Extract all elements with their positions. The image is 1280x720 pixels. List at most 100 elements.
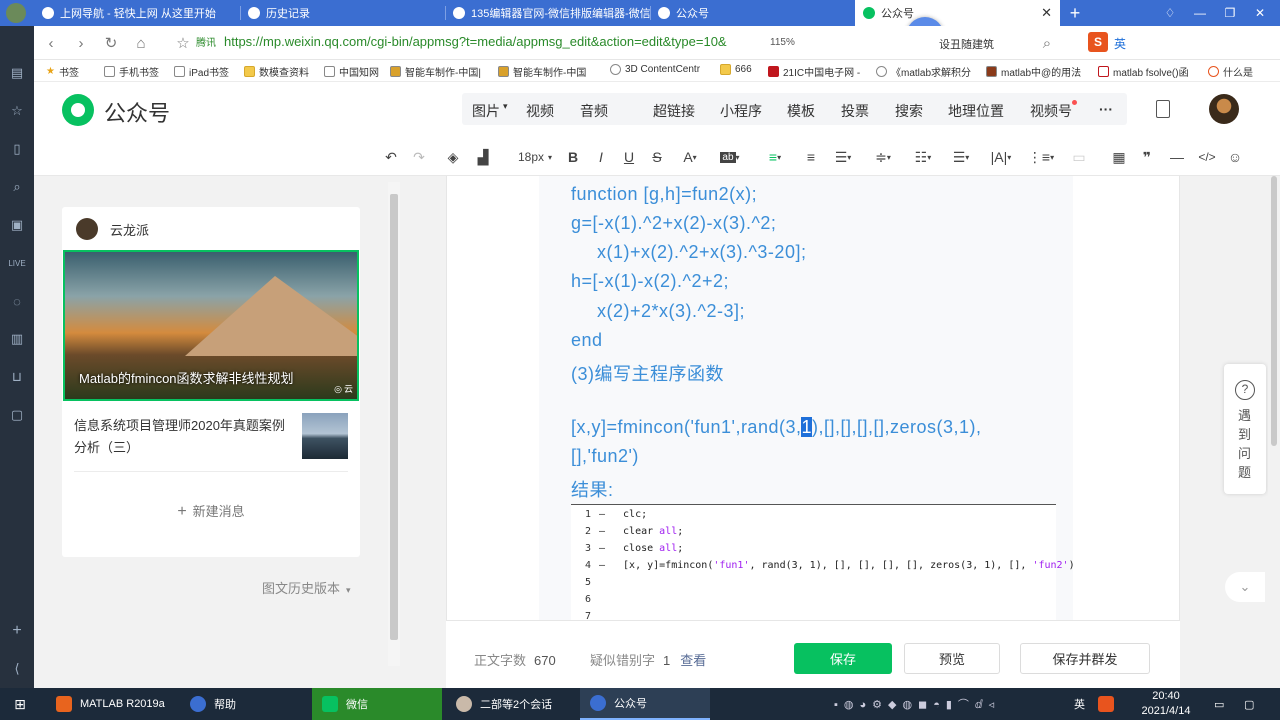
article-thumbnail[interactable] — [302, 413, 348, 459]
menu-search[interactable]: 搜索 — [895, 101, 923, 121]
text-selection[interactable]: 1 — [801, 417, 812, 437]
content-line[interactable]: g=[-x(1).^2+x(2)-x(3).^2; — [571, 213, 776, 234]
show-desktop-icon[interactable]: ▢ — [1244, 688, 1264, 720]
divider-icon[interactable]: — — [1168, 148, 1186, 166]
content-line[interactable]: [],'fun2') — [571, 446, 639, 467]
background-color-icon[interactable]: ab ▾ — [716, 148, 744, 166]
align-left-icon[interactable]: ≡ ▾ — [762, 148, 788, 166]
content-line[interactable]: (3)编写主程序函数 — [571, 360, 724, 386]
menu-template[interactable]: 模板 — [787, 101, 815, 121]
bookmark[interactable]: iPad书签 — [174, 64, 229, 79]
phone-preview-icon[interactable] — [1156, 100, 1170, 118]
article-item-title[interactable]: 信息系统项目管理师2020年真题案例分析（三） — [74, 415, 294, 459]
tab-navigation[interactable]: 上网导航 - 轻快上网 从这里开始 — [34, 0, 239, 26]
code-icon[interactable]: </> — [1196, 148, 1218, 166]
taskbar-clock[interactable]: 20:40 2021/4/14 — [1126, 689, 1206, 719]
bookmark[interactable]: 中国知网 — [324, 64, 379, 79]
video-icon[interactable]: ▣ — [8, 216, 26, 234]
content-line[interactable]: x(1)+x(2).^2+x(3).^3-20]; — [597, 242, 806, 263]
taskbar-app-help[interactable]: 帮助 — [180, 688, 306, 720]
start-button[interactable]: ⊞ — [0, 688, 40, 720]
forward-icon[interactable]: › — [72, 34, 90, 52]
tab-mp-1[interactable]: 公众号 — [650, 0, 850, 26]
new-tab-button[interactable]: + — [1060, 0, 1090, 26]
outdent-icon[interactable]: ☰ ▾ — [948, 148, 974, 166]
menu-location[interactable]: 地理位置 — [948, 101, 1004, 121]
bookmark[interactable]: 21IC中国电子网 - — [768, 64, 860, 79]
shirt-icon[interactable]: ♢ — [1155, 0, 1185, 26]
bookmark[interactable]: ★ 书签 — [46, 64, 79, 79]
bookmark[interactable]: 3D ContentCentr — [610, 64, 700, 75]
article-cover-selected[interactable]: Matlab的fmincon函数求解非线性规划 ◎ 云 — [63, 250, 359, 401]
tray-ime[interactable]: 英 — [1074, 688, 1094, 720]
history-versions-button[interactable]: 图文历史版本 ▾ — [262, 578, 351, 597]
new-message-button[interactable]: + 新建消息 — [62, 501, 360, 521]
chat-icon[interactable]: ◌ — [8, 292, 26, 310]
search-icon[interactable]: ⌕ — [1038, 34, 1056, 52]
doc-icon[interactable]: ▥ — [8, 330, 26, 348]
tab-mp-active[interactable]: 公众号 ✕ — [855, 0, 1060, 26]
bookmark[interactable]: 智能车制作-中国| — [390, 64, 481, 79]
menu-vote[interactable]: 投票 — [841, 101, 869, 121]
browser-avatar[interactable] — [6, 3, 26, 23]
bookmark[interactable]: matlab中@的用法 — [986, 64, 1081, 79]
restore-button[interactable]: ❐ — [1215, 0, 1245, 26]
content-line[interactable]: function [g,h]=fun2(x); — [571, 184, 757, 205]
bold-icon[interactable]: B — [564, 148, 582, 166]
menu-image[interactable]: 图片 — [472, 101, 500, 121]
cart-icon[interactable]: ⊔ — [8, 368, 26, 386]
bookmark[interactable]: 数模查资料 — [244, 64, 309, 79]
home-icon[interactable]: ⌂ — [132, 34, 150, 52]
url-field[interactable]: 腾讯 https://mp.weixin.qq.com/cgi-bin/appms… — [196, 34, 727, 49]
star-icon[interactable]: ☆ — [174, 34, 192, 52]
ime-lang[interactable]: 英 — [1114, 35, 1126, 52]
preview-button[interactable]: 预览 — [904, 643, 1000, 674]
tab-135-editor[interactable]: 135编辑器官网-微信排版编辑器-微信 — [445, 0, 650, 26]
bookmark[interactable]: matlab fsolve()函 — [1098, 64, 1189, 79]
code-screenshot-image[interactable]: 1— clc; 2— clear all; 3— close all; 4— [x, y… — [571, 504, 1073, 620]
app-title[interactable]: 公众号 — [104, 96, 170, 128]
emoji-icon[interactable]: ☺ — [1226, 148, 1244, 166]
underline-icon[interactable]: U — [620, 148, 638, 166]
wechat-mp-logo-icon[interactable] — [62, 94, 94, 126]
taskbar-app-chat[interactable]: 二部等2个会话 — [446, 688, 576, 720]
clear-format-icon[interactable]: ◈ — [444, 148, 462, 166]
strikethrough-icon[interactable]: S — [648, 148, 666, 166]
search-hint[interactable]: 设丑随建筑 — [939, 36, 994, 52]
save-button[interactable]: 保存 — [794, 643, 892, 674]
tray-icons[interactable]: ▪◍◕⚙◆◍◼◓▮⌒ⅆ◃ — [834, 688, 1074, 720]
taskbar-app-browser[interactable]: 公众号 — [580, 688, 710, 720]
back-icon[interactable]: ‹ — [42, 34, 60, 52]
scroll-thumb[interactable] — [390, 194, 398, 640]
content-line[interactable]: x(2)+2*x(3).^2-3]; — [597, 301, 745, 322]
bag-icon[interactable]: ▢ — [8, 406, 26, 424]
save-and-send-button[interactable]: 保存并群发 — [1020, 643, 1150, 674]
ime-toolbar[interactable]: S — [1088, 32, 1108, 52]
line-height-icon[interactable]: ≑ ▾ — [870, 148, 896, 166]
chevron-down-icon[interactable]: ⌄ — [1225, 572, 1265, 602]
align-center-icon[interactable]: ≡ — [802, 148, 820, 166]
minimize-button[interactable]: — — [1185, 0, 1215, 26]
menu-more[interactable]: ··· — [1099, 101, 1113, 117]
redo-icon[interactable]: ↷ — [410, 148, 428, 166]
collapse-sidebar-icon[interactable]: ⟨ — [8, 660, 26, 678]
editor-content[interactable]: function [g,h]=fun2(x); g=[-x(1).^2+x(2)… — [539, 176, 1073, 620]
taskbar-app-matlab[interactable]: MATLAB R2019a — [46, 688, 176, 720]
reader-icon[interactable]: ▤ — [8, 64, 26, 82]
favorites-icon[interactable]: ☆ — [8, 102, 26, 120]
format-painter-icon[interactable]: ▟ — [474, 148, 492, 166]
bookmark[interactable]: 《matlab求解积分 — [876, 64, 971, 79]
live-icon[interactable]: LIVE — [8, 254, 26, 272]
menu-audio[interactable]: 音频 — [580, 101, 608, 121]
bookmark[interactable]: 666 — [720, 64, 752, 75]
bookmark[interactable]: 手机书签 — [104, 64, 159, 79]
tray-sogou-icon[interactable] — [1098, 688, 1114, 720]
undo-icon[interactable]: ↶ — [382, 148, 400, 166]
view-typos-link[interactable]: 查看 — [680, 653, 706, 668]
letter-spacing-icon[interactable]: |A| ▾ — [988, 148, 1014, 166]
font-color-icon[interactable]: A ▾ — [678, 148, 702, 166]
help-widget[interactable]: ? 遇到问题 — [1224, 364, 1266, 494]
list-icon[interactable]: ⋮≡ ▾ — [1028, 148, 1054, 166]
add-icon[interactable]: + — [8, 622, 26, 640]
indent-icon[interactable]: ☰ ▾ — [830, 148, 856, 166]
